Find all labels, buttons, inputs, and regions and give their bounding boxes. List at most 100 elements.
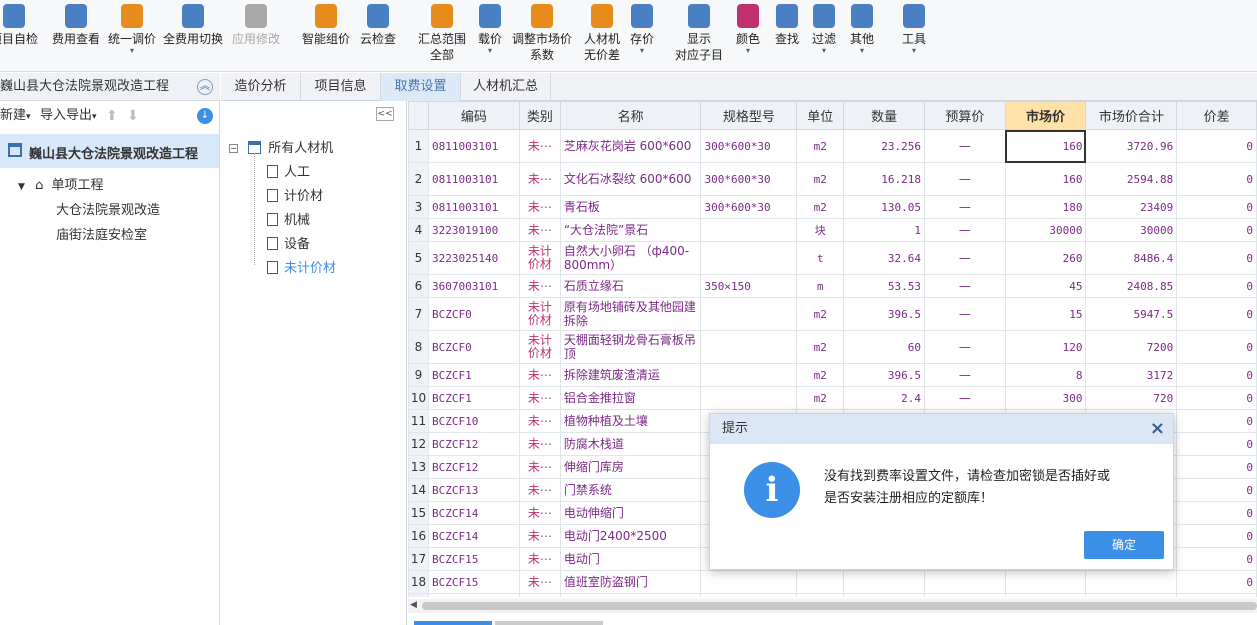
cell-market[interactable]: 120: [1004, 330, 1087, 364]
column-header[interactable]: 市场价合计: [1085, 101, 1178, 130]
cell-total[interactable]: [1085, 570, 1178, 594]
cell-code[interactable]: BCZCF15: [427, 547, 520, 571]
cell-diff[interactable]: 0: [1176, 593, 1257, 597]
toolbar-button[interactable]: 颜色 ▾: [736, 4, 760, 55]
cell-total[interactable]: 720: [1085, 386, 1178, 410]
toolbar-button[interactable]: 人材机 无价差: [584, 4, 620, 63]
table-row[interactable]: 1 0811003101 未⋯ 芝麻灰花岗岩 600*600 300*600*30 m2 2…: [408, 129, 1257, 163]
cell-diff[interactable]: 0: [1176, 409, 1257, 433]
toolbar-button[interactable]: 存价 ▾: [630, 4, 654, 55]
cell-qty[interactable]: 2.4: [843, 386, 925, 410]
cell-diff[interactable]: 0: [1176, 570, 1257, 594]
cell-cat[interactable]: 未⋯: [518, 478, 561, 502]
cell-qty[interactable]: 1: [843, 218, 925, 242]
cell-code[interactable]: BCZCF0: [427, 330, 520, 364]
table-row[interactable]: 9 BCZCF1 未⋯ 拆除建筑废渣清运 m2 396.5—8 3172 0: [408, 363, 1257, 387]
table-row[interactable]: 3 0811003101 未⋯ 青石板 300*600*30 m2 130.05—180 23…: [408, 195, 1257, 219]
toolbar-button[interactable]: 应用修改: [232, 4, 280, 47]
cell-market[interactable]: 260: [1004, 241, 1087, 275]
cell-name[interactable]: 植物种植及土壤: [559, 409, 702, 433]
cell-name[interactable]: 原有场地铺砖及其他园建拆除: [559, 297, 702, 331]
table-row[interactable]: 2 0811003101 未⋯ 文化石冰裂纹 600*600 300*600*30 m2 1…: [408, 162, 1257, 196]
cell-budget[interactable]: —: [924, 363, 1006, 387]
tree-root-item[interactable]: 巍山县大仓法院景观改造工程: [0, 134, 219, 168]
cell-budget[interactable]: —: [924, 297, 1006, 331]
cell-cat[interactable]: 未⋯: [518, 501, 561, 525]
cell-budget[interactable]: —: [924, 593, 1006, 597]
toolbar-button[interactable]: 调整市场价 系数: [512, 4, 572, 63]
toolbar-button[interactable]: 显示 对应子目: [675, 4, 723, 63]
cell-market[interactable]: 30000: [1004, 218, 1087, 242]
cell-cat[interactable]: 未⋯: [518, 455, 561, 479]
cell-name[interactable]: 拆除建筑废渣清运: [559, 363, 702, 387]
column-header[interactable]: 价差: [1176, 101, 1257, 130]
cell-code[interactable]: 0811003101: [427, 162, 520, 196]
cell-name[interactable]: 青石板: [559, 195, 702, 219]
toolbar-button[interactable]: 其他 ▾: [850, 4, 874, 55]
cell-market[interactable]: 160: [1004, 162, 1087, 196]
toolbar-button[interactable]: 云检查: [360, 4, 396, 47]
cell-cat[interactable]: 未⋯: [518, 593, 561, 597]
tree-item-priced-material[interactable]: 计价材: [267, 185, 323, 204]
tab-material-summary[interactable]: 人材机汇总: [461, 73, 551, 101]
toolbar-button[interactable]: 智能组价: [302, 4, 350, 47]
cell-name[interactable]: “大仓法院”景石: [559, 218, 702, 242]
cell-code[interactable]: BCZCF15: [427, 570, 520, 594]
column-header[interactable]: 类别: [518, 101, 561, 130]
tree-item-labor[interactable]: 人工: [267, 161, 310, 180]
table-row[interactable]: 5 3223025140 未计价材 自然大小卵石 （ф400-800mm） t 32.64…: [408, 241, 1257, 275]
unit-project-item[interactable]: 大仓法院景观改造: [56, 199, 160, 218]
cell-qty[interactable]: 396.5: [843, 297, 925, 331]
cell-spec[interactable]: [700, 330, 798, 364]
cell-diff[interactable]: 0: [1176, 547, 1257, 571]
cell-spec[interactable]: [700, 218, 798, 242]
cell-qty[interactable]: 53.53: [843, 274, 925, 298]
cell-unit[interactable]: m2: [796, 162, 845, 196]
cell-unit[interactable]: m2: [796, 195, 845, 219]
cell-cat[interactable]: 未⋯: [518, 547, 561, 571]
tree-item-machinery[interactable]: 机械: [267, 209, 310, 228]
cell-cat[interactable]: 未⋯: [518, 432, 561, 456]
cell-code[interactable]: BCZCF12: [427, 455, 520, 479]
cell-budget[interactable]: [924, 570, 1006, 594]
cell-budget[interactable]: —: [924, 218, 1006, 242]
tab-fee-settings[interactable]: 取费设置: [381, 73, 461, 101]
cell-qty[interactable]: 60: [843, 330, 925, 364]
toolbar-button[interactable]: 统一调价 ▾: [108, 4, 156, 55]
cell-name[interactable]: 电动门2400*2500: [559, 524, 702, 548]
column-header-highlighted[interactable]: 市场价: [1004, 101, 1087, 130]
toolbar-button[interactable]: 查找: [775, 4, 799, 47]
cell-cat[interactable]: 未⋯: [518, 162, 561, 196]
collapse-panel-button[interactable]: <<: [376, 107, 394, 121]
cell-code[interactable]: BCZCF14: [427, 501, 520, 525]
cell-diff[interactable]: 0: [1176, 524, 1257, 548]
cell-qty[interactable]: 23.256: [843, 129, 925, 163]
column-header[interactable]: 编码: [427, 101, 520, 130]
column-header[interactable]: 名称: [559, 101, 702, 130]
import-export-button[interactable]: 导入导出▾: [40, 101, 97, 132]
table-row[interactable]: 19BCZCF16未⋯土建改造项1—14000140000: [408, 593, 1257, 597]
cell-code[interactable]: 0811003101: [427, 195, 520, 219]
cell-unit[interactable]: m2: [796, 363, 845, 387]
cell-unit[interactable]: t: [796, 241, 845, 275]
cell-cat[interactable]: 未⋯: [518, 274, 561, 298]
cell-code[interactable]: 3223025140: [427, 241, 520, 275]
cell-cat[interactable]: 未⋯: [518, 524, 561, 548]
cell-budget[interactable]: —: [924, 386, 1006, 410]
cell-spec[interactable]: [700, 386, 798, 410]
cell-code[interactable]: 3607003101: [427, 274, 520, 298]
cell-spec[interactable]: [700, 297, 798, 331]
column-header[interactable]: 数量: [843, 101, 925, 130]
cell-code[interactable]: BCZCF0: [427, 297, 520, 331]
cell-diff[interactable]: 0: [1176, 297, 1257, 331]
cell-name[interactable]: 铝合金推拉窗: [559, 386, 702, 410]
cell-code[interactable]: 0811003101: [427, 129, 520, 163]
table-row[interactable]: 6 3607003101 未⋯ 石质立缘石 350×150 m 53.53—45 2408.8…: [408, 274, 1257, 298]
cell-cat[interactable]: 未计价材: [518, 241, 561, 275]
cell-total[interactable]: 23409: [1085, 195, 1178, 219]
cell-name[interactable]: 电动门: [559, 547, 702, 571]
cell-total[interactable]: 30000: [1085, 218, 1178, 242]
cell-spec[interactable]: [700, 363, 798, 387]
cell-cat[interactable]: 未⋯: [518, 218, 561, 242]
cell-name[interactable]: 土建改造: [559, 593, 702, 597]
